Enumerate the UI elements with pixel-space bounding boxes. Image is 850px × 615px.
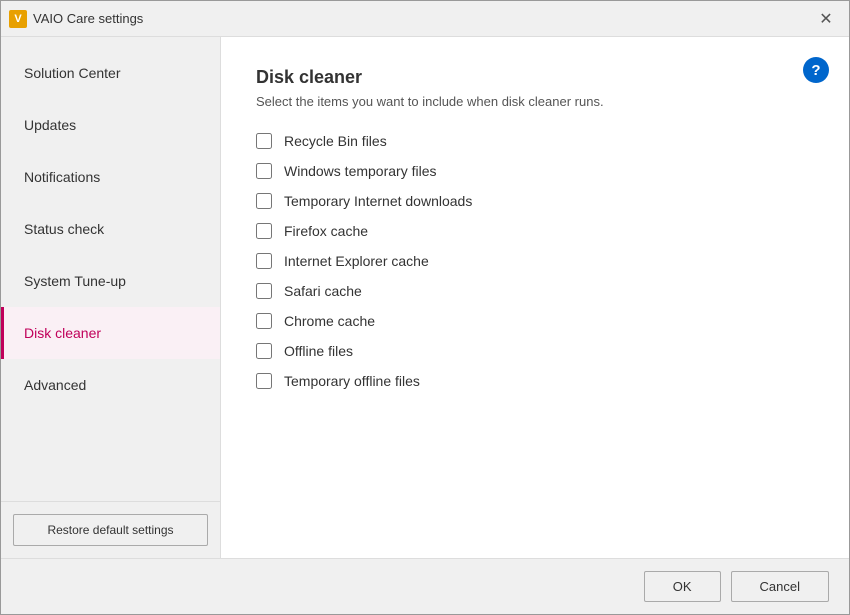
sidebar-item-system-tune-up[interactable]: System Tune-up xyxy=(1,255,220,307)
section-title: Disk cleaner xyxy=(256,67,814,88)
checkbox-offline-files[interactable]: Offline files xyxy=(256,343,814,359)
sidebar-item-disk-cleaner[interactable]: Disk cleaner xyxy=(1,307,220,359)
main-panel: ? Disk cleaner Select the items you want… xyxy=(221,37,849,558)
content-area: Solution Center Updates Notifications St… xyxy=(1,37,849,558)
section-subtitle: Select the items you want to include whe… xyxy=(256,94,814,109)
disk-cleaner-options: Recycle Bin files Windows temporary file… xyxy=(256,133,814,389)
checkbox-safari-cache-input[interactable] xyxy=(256,283,272,299)
checkbox-windows-temp-label: Windows temporary files xyxy=(284,163,437,179)
checkbox-windows-temp-input[interactable] xyxy=(256,163,272,179)
checkbox-firefox-cache-input[interactable] xyxy=(256,223,272,239)
checkbox-ie-cache-label: Internet Explorer cache xyxy=(284,253,429,269)
checkbox-offline-files-input[interactable] xyxy=(256,343,272,359)
help-icon[interactable]: ? xyxy=(803,57,829,83)
cancel-button[interactable]: Cancel xyxy=(731,571,829,602)
checkbox-recycle-bin-input[interactable] xyxy=(256,133,272,149)
checkbox-temp-internet-input[interactable] xyxy=(256,193,272,209)
sidebar-item-status-check[interactable]: Status check xyxy=(1,203,220,255)
ok-button[interactable]: OK xyxy=(644,571,721,602)
checkbox-temp-offline-input[interactable] xyxy=(256,373,272,389)
title-bar: V VAIO Care settings ✕ xyxy=(1,1,849,37)
app-icon: V xyxy=(9,10,27,28)
close-button[interactable]: ✕ xyxy=(811,7,841,31)
checkbox-chrome-cache-label: Chrome cache xyxy=(284,313,375,329)
checkbox-recycle-bin-label: Recycle Bin files xyxy=(284,133,387,149)
checkbox-chrome-cache[interactable]: Chrome cache xyxy=(256,313,814,329)
checkbox-safari-cache-label: Safari cache xyxy=(284,283,362,299)
sidebar: Solution Center Updates Notifications St… xyxy=(1,37,221,558)
checkbox-temp-internet[interactable]: Temporary Internet downloads xyxy=(256,193,814,209)
checkbox-chrome-cache-input[interactable] xyxy=(256,313,272,329)
checkbox-recycle-bin[interactable]: Recycle Bin files xyxy=(256,133,814,149)
checkbox-temp-offline[interactable]: Temporary offline files xyxy=(256,373,814,389)
checkbox-windows-temp[interactable]: Windows temporary files xyxy=(256,163,814,179)
bottom-bar: OK Cancel xyxy=(1,558,849,614)
vaio-care-settings-window: V VAIO Care settings ✕ Solution Center U… xyxy=(0,0,850,615)
checkbox-temp-offline-label: Temporary offline files xyxy=(284,373,420,389)
checkbox-offline-files-label: Offline files xyxy=(284,343,353,359)
sidebar-item-updates[interactable]: Updates xyxy=(1,99,220,151)
checkbox-firefox-cache[interactable]: Firefox cache xyxy=(256,223,814,239)
sidebar-item-solution-center[interactable]: Solution Center xyxy=(1,47,220,99)
sidebar-item-advanced[interactable]: Advanced xyxy=(1,359,220,411)
checkbox-ie-cache-input[interactable] xyxy=(256,253,272,269)
checkbox-ie-cache[interactable]: Internet Explorer cache xyxy=(256,253,814,269)
checkbox-firefox-cache-label: Firefox cache xyxy=(284,223,368,239)
restore-defaults-button[interactable]: Restore default settings xyxy=(13,514,208,546)
sidebar-nav: Solution Center Updates Notifications St… xyxy=(1,37,220,501)
sidebar-footer: Restore default settings xyxy=(1,501,220,558)
sidebar-item-notifications[interactable]: Notifications xyxy=(1,151,220,203)
window-title: VAIO Care settings xyxy=(33,11,811,26)
checkbox-temp-internet-label: Temporary Internet downloads xyxy=(284,193,472,209)
checkbox-safari-cache[interactable]: Safari cache xyxy=(256,283,814,299)
